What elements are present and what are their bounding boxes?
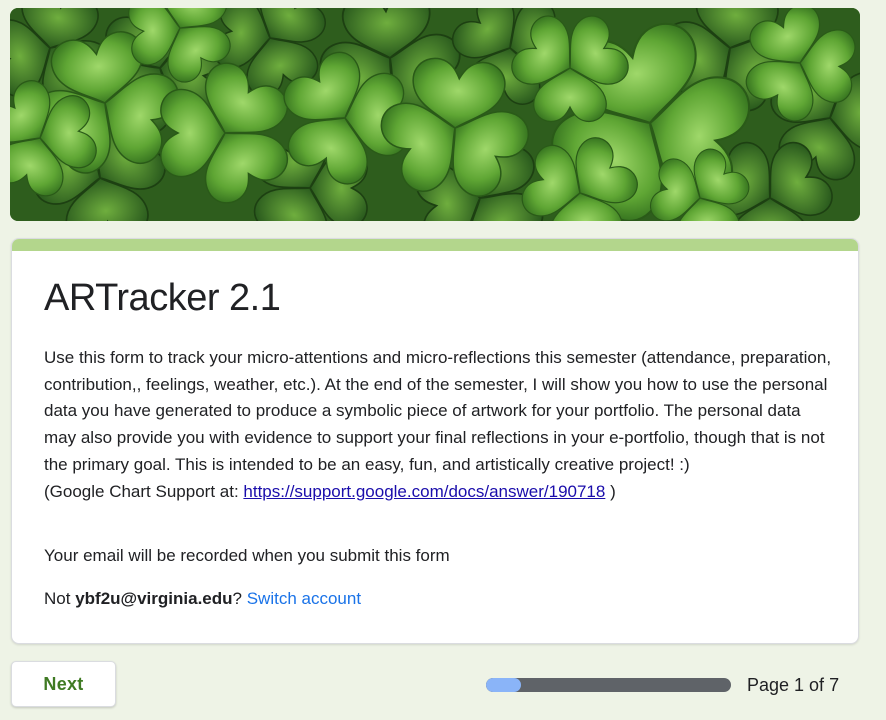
account-prefix: Not <box>44 589 76 608</box>
chart-support-suffix: ) <box>605 481 616 501</box>
form-header-card: ARTracker 2.1 Use this form to track you… <box>11 238 859 644</box>
progress-bar-fill <box>486 678 522 692</box>
account-line: Not ybf2u@virginia.edu? Switch account <box>44 589 361 609</box>
chart-support-link[interactable]: https://support.google.com/docs/answer/1… <box>243 482 605 501</box>
email-recorded-notice: Your email will be recorded when you sub… <box>44 546 450 565</box>
account-email: ybf2u@virginia.edu <box>75 589 233 608</box>
chart-support-prefix: (Google Chart Support at: <box>44 481 244 501</box>
page-indicator: Page 1 of 7 <box>747 675 840 695</box>
progress-bar <box>486 678 731 692</box>
account-suffix: ? <box>232 589 247 608</box>
form-title: ARTracker 2.1 <box>44 277 281 319</box>
switch-account-link[interactable]: Switch account <box>247 589 361 608</box>
header-banner-image <box>10 8 860 221</box>
card-accent-bar <box>12 239 858 251</box>
next-button[interactable]: Next <box>11 661 116 707</box>
form-description: Use this form to track your micro-attent… <box>44 345 834 505</box>
description-text: Use this form to track your micro-attent… <box>44 348 832 474</box>
